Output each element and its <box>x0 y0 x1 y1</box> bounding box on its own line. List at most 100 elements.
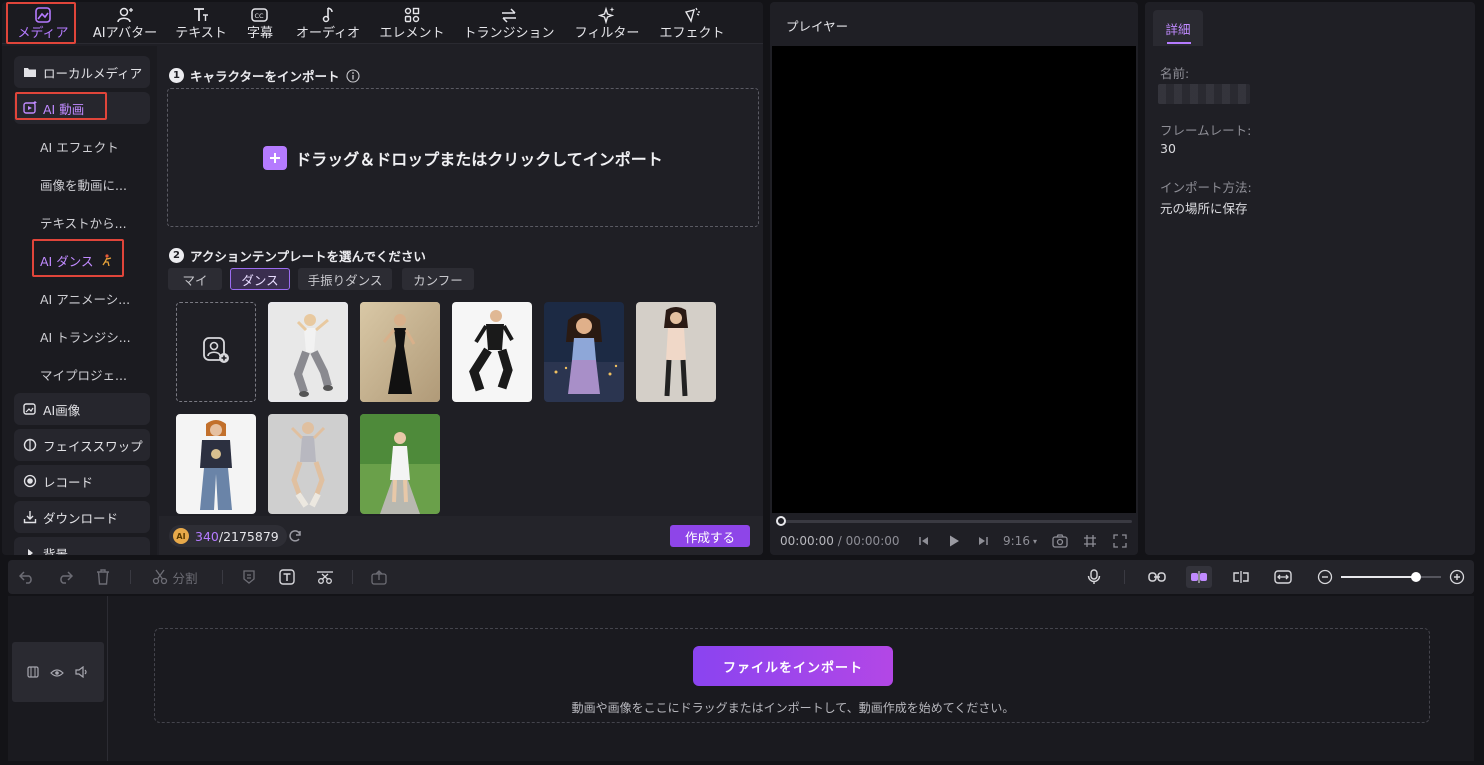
credits-counter: AI 340 /2175879 <box>169 525 287 547</box>
sidebar-item-label: ダウンロード <box>43 510 119 526</box>
tab-audio[interactable]: オーディオ <box>290 2 366 44</box>
tab-label: オーディオ <box>295 26 361 41</box>
folder-icon <box>22 66 38 78</box>
player-title: プレイヤー <box>786 19 849 34</box>
film-icon[interactable] <box>27 663 39 682</box>
active-tab-indicator <box>1167 42 1191 44</box>
sidebar-item-label: フェイススワップ <box>43 438 143 454</box>
export-box-icon[interactable] <box>368 560 390 594</box>
split-button[interactable]: 分割 <box>148 560 202 594</box>
tab-label: AIアバター <box>92 26 158 41</box>
fit-width-icon[interactable] <box>1272 560 1294 594</box>
tab-effects[interactable]: エフェクト <box>654 2 730 44</box>
template-thumbnail[interactable] <box>452 302 532 402</box>
sidebar-subitem-ai-transition[interactable]: AI トランジシ... <box>40 327 150 346</box>
sidebar-subitem-my-projects[interactable]: マイプロジェ... <box>40 365 150 384</box>
framerate-label: フレームレート: <box>1160 123 1252 138</box>
sidebar-item-label: ローカルメディア <box>43 65 143 81</box>
tab-ai-avatar[interactable]: AIアバター <box>86 2 164 44</box>
template-thumbnail[interactable] <box>176 414 256 514</box>
sidebar-subitem-ai-effect[interactable]: AI エフェクト <box>40 137 150 156</box>
tab-hand-dance[interactable]: 手振りダンス <box>298 268 392 290</box>
fullscreen-icon[interactable] <box>1113 532 1127 550</box>
refresh-icon[interactable] <box>287 528 303 548</box>
sidebar-subitem-ai-animation[interactable]: AI アニメーシ... <box>40 289 150 308</box>
next-frame-icon[interactable] <box>977 532 989 550</box>
sidebar-item-face-swap[interactable]: フェイススワップ <box>14 429 150 461</box>
tab-filters[interactable]: フィルター <box>568 2 646 44</box>
zoom-out-icon[interactable] <box>1314 560 1336 594</box>
download-icon <box>22 510 38 524</box>
zoom-in-icon[interactable] <box>1446 560 1468 594</box>
snapshot-icon[interactable] <box>1052 532 1068 550</box>
sidebar-subitem-image-to-video[interactable]: 画像を動画に... <box>40 175 150 194</box>
speaker-icon[interactable] <box>75 663 89 682</box>
playback-scrubber[interactable] <box>780 520 1132 523</box>
template-thumbnail[interactable] <box>268 414 348 514</box>
time-total: 00:00:00 <box>845 534 900 548</box>
text-icon <box>192 5 210 25</box>
sidebar-item-label: 背景 <box>43 546 69 556</box>
tab-label: エフェクト <box>659 26 725 41</box>
tab-text[interactable]: テキスト <box>170 2 232 44</box>
undo-icon[interactable] <box>16 560 38 594</box>
tab-label: フィルター <box>574 26 640 41</box>
tab-transitions[interactable]: トランジション <box>460 2 558 44</box>
microphone-icon[interactable] <box>1083 560 1105 594</box>
shield-icon[interactable] <box>238 560 260 594</box>
redo-icon[interactable] <box>54 560 76 594</box>
scrubber-handle[interactable] <box>776 516 786 526</box>
step-label: アクションテンプレートを選んでください <box>190 249 426 264</box>
aspect-ratio-dropdown[interactable]: 9:16 ▾ <box>1003 532 1037 550</box>
play-icon[interactable] <box>947 532 961 550</box>
sidebar-item-local-media[interactable]: ローカルメディア <box>14 56 150 88</box>
tab-details[interactable]: 詳細 <box>1153 10 1203 46</box>
player-panel: プレイヤー 00:00:00 / 00:00:00 9:16 ▾ <box>770 2 1138 555</box>
delete-icon[interactable] <box>92 560 114 594</box>
step-choose-template: 2 アクションテンプレートを選んでください <box>169 246 426 265</box>
create-button[interactable]: 作成する <box>670 525 750 547</box>
cut-tool-icon[interactable] <box>314 560 336 594</box>
sidebar-item-background[interactable]: 背景 <box>14 537 150 555</box>
media-sidebar: ローカルメディア AI 動画 AI エフェクト 画像を動画に... テキストから… <box>2 46 157 555</box>
template-thumbnail[interactable] <box>268 302 348 402</box>
character-dropzone[interactable]: ドラッグ＆ドロップまたはクリックしてインポート <box>167 88 759 227</box>
tab-dance[interactable]: ダンス <box>230 268 290 290</box>
template-thumbnail[interactable] <box>360 302 440 402</box>
template-thumbnail[interactable] <box>544 302 624 402</box>
link-icon[interactable] <box>1146 560 1168 594</box>
text-box-icon[interactable] <box>276 560 298 594</box>
chevron-down-icon: ▾ <box>1032 536 1037 546</box>
tab-captions[interactable]: CC 字幕 <box>238 2 282 44</box>
zoom-slider[interactable] <box>1341 572 1441 582</box>
timeline-dropzone[interactable]: ファイルをインポート 動画や画像をここにドラッグまたはインポートして、動画作成を… <box>154 628 1430 723</box>
sidebar-item-ai-image[interactable]: AI画像 <box>14 393 150 425</box>
content-bottom-bar: AI 340 /2175879 作成する <box>159 516 763 555</box>
ai-snap-icon[interactable] <box>1186 566 1212 588</box>
divider <box>352 570 353 584</box>
tab-elements[interactable]: エレメント <box>374 2 450 44</box>
timeline-toolbar: 分割 <box>8 560 1474 594</box>
sidebar-item-record[interactable]: レコード <box>14 465 150 497</box>
preview-screen[interactable] <box>772 46 1136 513</box>
import-file-button[interactable]: ファイルをインポート <box>693 646 893 686</box>
template-thumbnail[interactable] <box>636 302 716 402</box>
info-icon[interactable] <box>345 68 360 83</box>
divider <box>1124 570 1125 584</box>
sidebar-subitem-text-to-video[interactable]: テキストから... <box>40 213 150 232</box>
template-thumbnail[interactable] <box>360 414 440 514</box>
tab-mine[interactable]: マイ <box>168 268 222 290</box>
step-number: 2 <box>169 248 184 263</box>
record-icon <box>22 474 38 488</box>
crop-grid-icon[interactable] <box>1083 532 1097 550</box>
details-panel: 詳細 名前: フレームレート: 30 インポート方法: 元の場所に保存 <box>1145 2 1475 555</box>
step-label: キャラクターをインポート <box>190 69 340 84</box>
zoom-slider-handle[interactable] <box>1411 572 1421 582</box>
sidebar-item-download[interactable]: ダウンロード <box>14 501 150 533</box>
eye-icon[interactable] <box>50 663 64 682</box>
split-clip-icon[interactable] <box>1230 560 1252 594</box>
tab-kungfu[interactable]: カンフー <box>402 268 474 290</box>
step-import-character: 1 キャラクターをインポート <box>169 66 360 85</box>
add-template-button[interactable] <box>176 302 256 402</box>
previous-frame-icon[interactable] <box>918 532 930 550</box>
